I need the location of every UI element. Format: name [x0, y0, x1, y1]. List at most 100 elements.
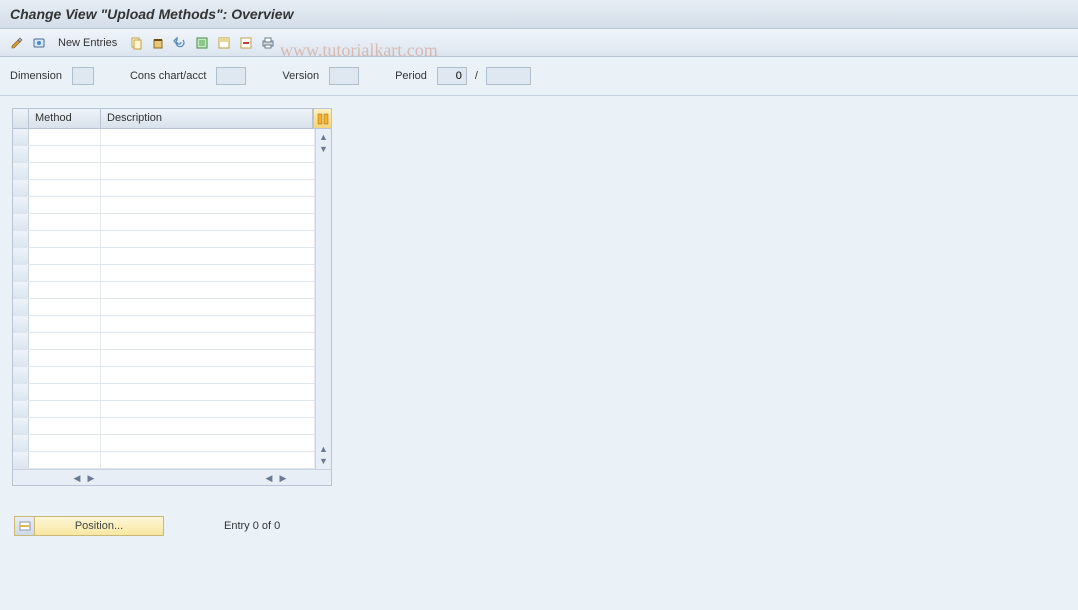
version-label: Version [282, 70, 319, 82]
cell-method[interactable] [29, 248, 101, 264]
position-button[interactable]: Position... [14, 516, 164, 536]
cell-method[interactable] [29, 163, 101, 179]
cons-chart-input[interactable] [216, 67, 246, 85]
row-header[interactable] [13, 401, 29, 417]
cell-method[interactable] [29, 282, 101, 298]
cell-method[interactable] [29, 350, 101, 366]
row-header[interactable] [13, 333, 29, 349]
other-view-icon[interactable] [30, 34, 48, 52]
cell-description[interactable] [101, 333, 315, 349]
row-header[interactable] [13, 231, 29, 247]
cell-method[interactable] [29, 180, 101, 196]
grid-corner[interactable] [13, 109, 29, 128]
row-header[interactable] [13, 129, 29, 145]
grid-rows [13, 129, 315, 469]
table-row [13, 248, 315, 265]
row-header[interactable] [13, 316, 29, 332]
table-row [13, 401, 315, 418]
table-row [13, 333, 315, 350]
horizontal-scrollbar[interactable]: ◀ ▶ ◀ ▶ [13, 469, 331, 485]
new-entries-button[interactable]: New Entries [52, 35, 123, 51]
cell-description[interactable] [101, 435, 315, 451]
scroll-right-icon[interactable]: ▶ [277, 472, 289, 484]
period-input[interactable] [437, 67, 467, 85]
cell-description[interactable] [101, 384, 315, 400]
cell-description[interactable] [101, 129, 315, 145]
cell-method[interactable] [29, 435, 101, 451]
cell-method[interactable] [29, 401, 101, 417]
row-header[interactable] [13, 163, 29, 179]
cell-description[interactable] [101, 350, 315, 366]
cell-description[interactable] [101, 214, 315, 230]
row-header[interactable] [13, 197, 29, 213]
footer: Position... Entry 0 of 0 [12, 516, 1066, 536]
cell-description[interactable] [101, 180, 315, 196]
row-header[interactable] [13, 248, 29, 264]
column-header-method[interactable]: Method [29, 109, 101, 128]
cell-method[interactable] [29, 384, 101, 400]
scroll-up-icon[interactable]: ▲ [318, 131, 330, 143]
row-header[interactable] [13, 180, 29, 196]
column-header-description[interactable]: Description [101, 109, 313, 128]
cell-description[interactable] [101, 299, 315, 315]
scroll-left-icon[interactable]: ◀ [71, 472, 83, 484]
row-header[interactable] [13, 265, 29, 281]
table-row [13, 282, 315, 299]
row-header[interactable] [13, 214, 29, 230]
row-header[interactable] [13, 282, 29, 298]
cell-method[interactable] [29, 316, 101, 332]
cell-method[interactable] [29, 452, 101, 468]
cell-method[interactable] [29, 231, 101, 247]
cell-method[interactable] [29, 367, 101, 383]
cell-description[interactable] [101, 282, 315, 298]
scroll-down-icon[interactable]: ▼ [318, 455, 330, 467]
delete-icon[interactable] [149, 34, 167, 52]
version-input[interactable] [329, 67, 359, 85]
dimension-input[interactable] [72, 67, 94, 85]
print-icon[interactable] [259, 34, 277, 52]
row-header[interactable] [13, 350, 29, 366]
cell-method[interactable] [29, 299, 101, 315]
cell-method[interactable] [29, 197, 101, 213]
cell-method[interactable] [29, 265, 101, 281]
scroll-up-icon[interactable]: ▲ [318, 443, 330, 455]
cell-description[interactable] [101, 367, 315, 383]
scroll-down-icon[interactable]: ▼ [318, 143, 330, 155]
select-all-icon[interactable] [193, 34, 211, 52]
row-header[interactable] [13, 435, 29, 451]
scroll-right-icon[interactable]: ▶ [85, 472, 97, 484]
scroll-left-icon[interactable]: ◀ [263, 472, 275, 484]
cell-method[interactable] [29, 129, 101, 145]
copy-icon[interactable] [127, 34, 145, 52]
cell-method[interactable] [29, 418, 101, 434]
row-header[interactable] [13, 418, 29, 434]
row-header[interactable] [13, 299, 29, 315]
row-header[interactable] [13, 146, 29, 162]
cell-description[interactable] [101, 452, 315, 468]
change-icon[interactable] [8, 34, 26, 52]
select-block-icon[interactable] [215, 34, 233, 52]
page-title: Change View "Upload Methods": Overview [0, 0, 1078, 29]
cell-description[interactable] [101, 401, 315, 417]
cell-description[interactable] [101, 248, 315, 264]
position-icon [15, 517, 35, 535]
row-header[interactable] [13, 367, 29, 383]
row-header[interactable] [13, 384, 29, 400]
vertical-scrollbar[interactable]: ▲ ▼ ▲ ▼ [315, 129, 331, 469]
grid: Method Description ▲ ▼ ▲ ▼ [12, 108, 332, 486]
cell-method[interactable] [29, 214, 101, 230]
row-header[interactable] [13, 452, 29, 468]
cell-description[interactable] [101, 197, 315, 213]
year-input[interactable] [486, 67, 531, 85]
cell-description[interactable] [101, 163, 315, 179]
cell-method[interactable] [29, 146, 101, 162]
deselect-all-icon[interactable] [237, 34, 255, 52]
cell-description[interactable] [101, 265, 315, 281]
cell-description[interactable] [101, 418, 315, 434]
grid-settings-icon[interactable] [313, 109, 331, 128]
cell-description[interactable] [101, 231, 315, 247]
cell-description[interactable] [101, 316, 315, 332]
cell-method[interactable] [29, 333, 101, 349]
cell-description[interactable] [101, 146, 315, 162]
undo-icon[interactable] [171, 34, 189, 52]
